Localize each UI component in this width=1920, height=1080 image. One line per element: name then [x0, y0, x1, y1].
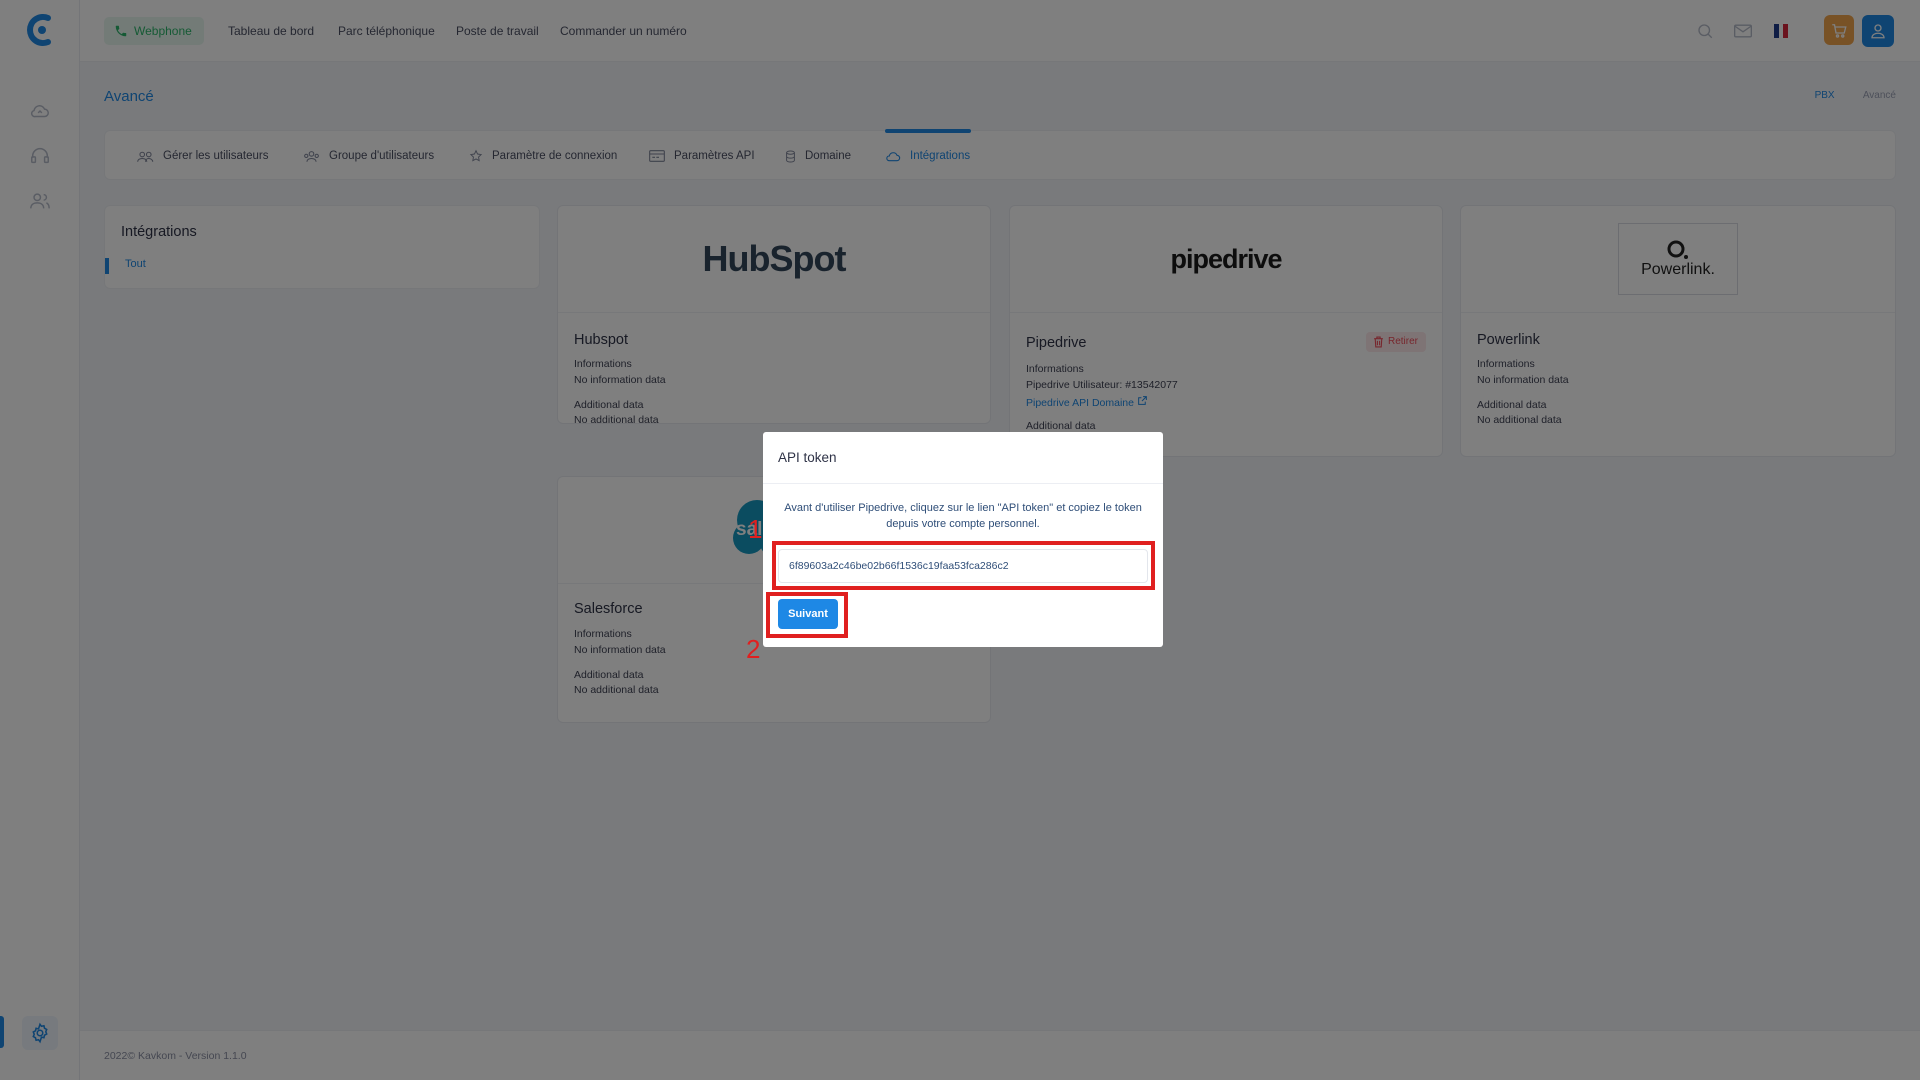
annotation-number-1: 1: [748, 514, 763, 544]
modal-title: API token: [763, 432, 1163, 484]
annotation-number-2: 2: [746, 634, 761, 664]
annotation-highlight-next: [766, 592, 848, 638]
annotation-highlight-token: [772, 541, 1155, 590]
modal-description: Avant d'utiliser Pipedrive, cliquez sur …: [784, 502, 1142, 530]
